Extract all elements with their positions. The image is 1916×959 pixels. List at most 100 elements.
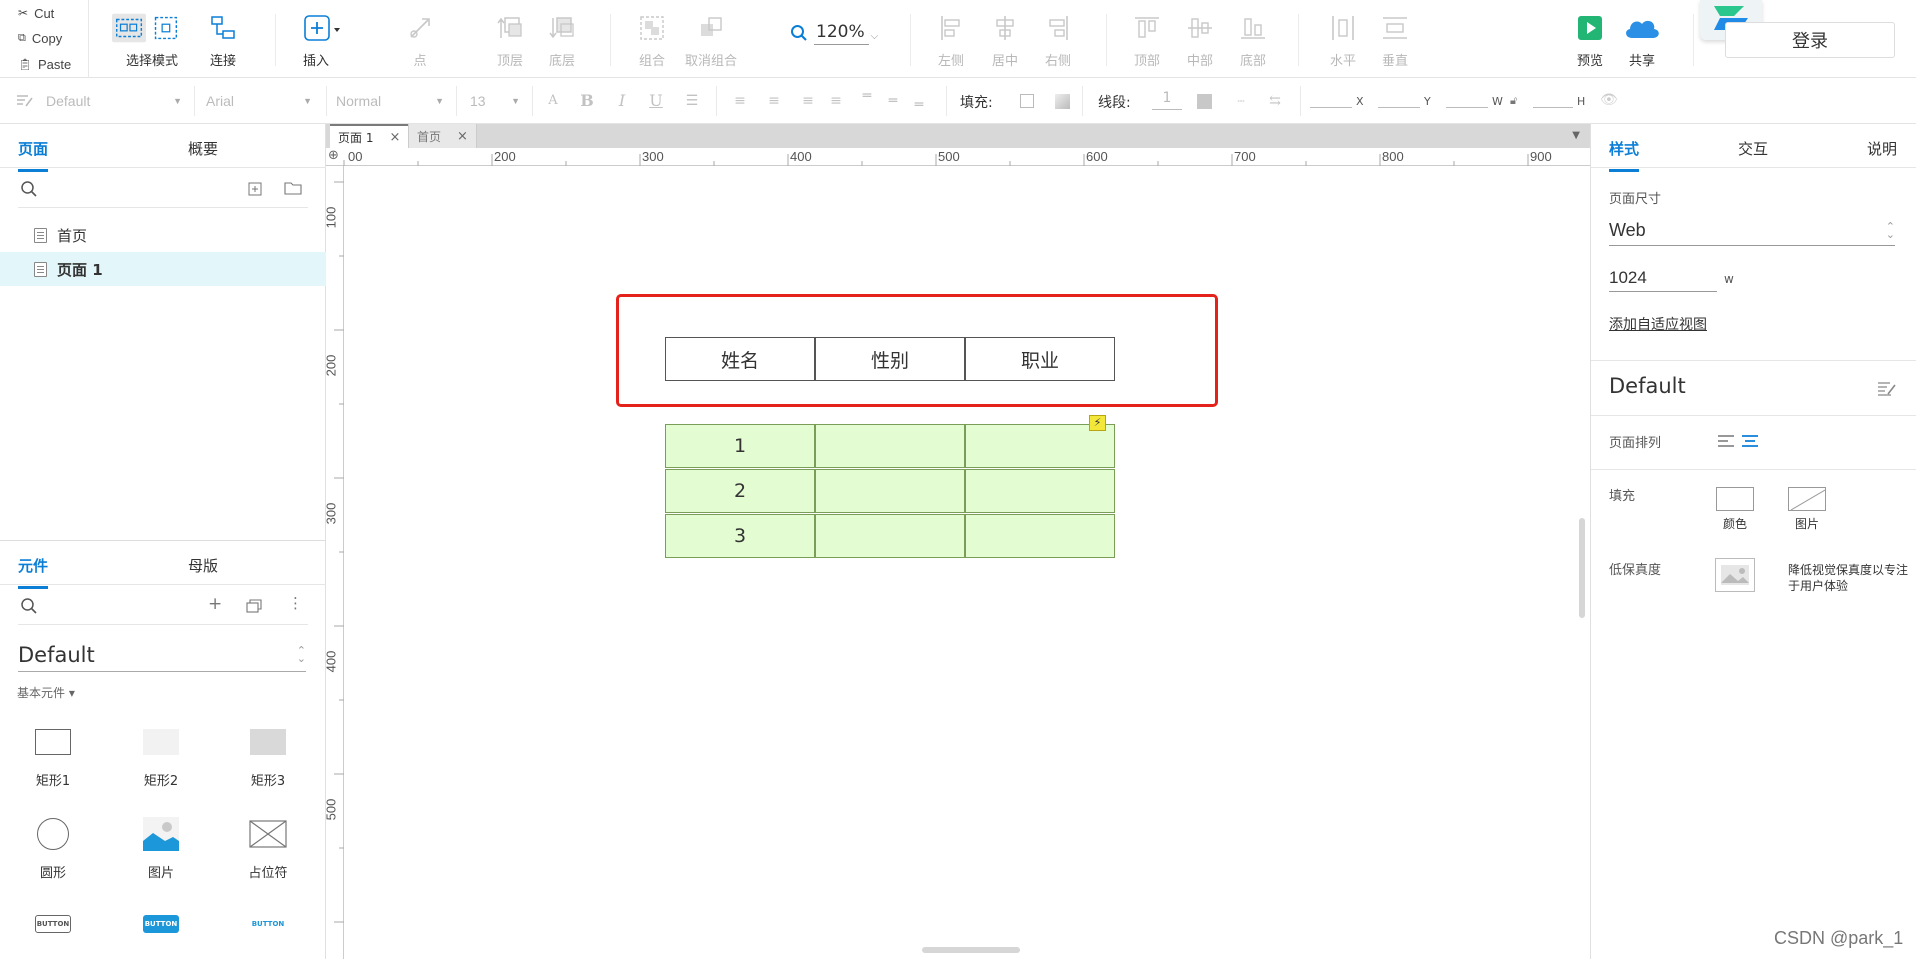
close-icon[interactable]: × bbox=[389, 130, 400, 145]
font-select[interactable]: Arial ▼ bbox=[200, 88, 318, 114]
lightning-icon[interactable]: ⚡ bbox=[1089, 415, 1106, 431]
share-button[interactable]: 共享 bbox=[1607, 12, 1677, 72]
lock-icon[interactable]: 🔓︎ bbox=[1510, 94, 1517, 108]
distribute-vertical-button[interactable]: 垂直 bbox=[1360, 12, 1430, 72]
low-fidelity-description-2: 于用户体验 bbox=[1788, 579, 1849, 593]
vertical-scrollbar[interactable] bbox=[1579, 518, 1585, 618]
align-right-button[interactable]: 右侧 bbox=[1023, 12, 1093, 72]
close-icon[interactable]: × bbox=[457, 129, 468, 144]
tabs-dropdown-icon[interactable]: ▼ bbox=[1572, 130, 1580, 141]
tab-notes[interactable]: 说明 bbox=[1867, 138, 1897, 159]
copy-library-icon[interactable] bbox=[246, 599, 263, 613]
search-icon[interactable] bbox=[20, 597, 38, 615]
height-input[interactable]: H bbox=[1533, 92, 1585, 108]
valign-middle-icon[interactable]: ═ bbox=[884, 92, 902, 110]
justify-text-icon[interactable]: ≡ bbox=[827, 92, 845, 110]
line-pattern-icon[interactable]: ┄ bbox=[1232, 92, 1250, 110]
text-color-icon[interactable]: A bbox=[544, 92, 562, 110]
add-folder-icon[interactable] bbox=[284, 181, 302, 195]
send-to-back-button[interactable]: 底层 bbox=[527, 12, 597, 72]
width-input[interactable]: W bbox=[1446, 92, 1503, 108]
page-item-page1[interactable]: 页面 1 bbox=[0, 252, 326, 286]
widget-link-button[interactable]: BUTTON bbox=[223, 914, 313, 959]
page-size-label: 页面尺寸 bbox=[1609, 192, 1662, 207]
eye-icon[interactable]: 👁︎ bbox=[1600, 92, 1618, 108]
table-header-cell-gender[interactable]: 性别 bbox=[815, 337, 965, 381]
y-coordinate-input[interactable]: Y bbox=[1378, 92, 1431, 108]
zoom-select[interactable]: 120% ⌵ bbox=[790, 20, 878, 46]
stroke-width-input[interactable]: 1 bbox=[1152, 90, 1182, 110]
table-cell[interactable] bbox=[965, 469, 1115, 513]
page-size-select[interactable]: Web ⌃ ⌄ bbox=[1609, 216, 1895, 246]
tab-pages[interactable]: 页面 bbox=[18, 138, 49, 172]
shadow-icon[interactable] bbox=[1055, 94, 1070, 109]
widget-circle[interactable]: 圆形 bbox=[8, 814, 98, 881]
connect-button[interactable]: 连接 bbox=[188, 12, 258, 72]
login-button[interactable]: 登录 bbox=[1725, 22, 1895, 58]
widget-primary-button[interactable]: BUTTON bbox=[116, 914, 206, 959]
align-text-left-icon[interactable]: ≡ bbox=[731, 92, 749, 110]
point-button[interactable]: 点 bbox=[385, 12, 455, 72]
library-select[interactable]: Default ⌃ ⌄ bbox=[18, 638, 306, 672]
fill-color-swatch[interactable] bbox=[1020, 94, 1034, 108]
x-coordinate-input[interactable]: X bbox=[1310, 92, 1364, 108]
align-text-center-icon[interactable]: ≡ bbox=[765, 92, 783, 110]
edit-style-icon[interactable] bbox=[1877, 380, 1897, 398]
align-bottom-button[interactable]: 底部 bbox=[1218, 12, 1288, 72]
tab-widgets[interactable]: 元件 bbox=[18, 555, 49, 589]
search-icon[interactable] bbox=[20, 180, 38, 198]
tab-masters[interactable]: 母版 bbox=[188, 555, 218, 576]
tab-style[interactable]: 样式 bbox=[1609, 138, 1640, 172]
widget-placeholder[interactable]: 占位符 bbox=[223, 814, 313, 881]
table-cell[interactable] bbox=[965, 514, 1115, 558]
basic-widgets-label[interactable]: 基本元件 ▾ bbox=[17, 684, 75, 701]
font-size-select[interactable]: 13 ▼ bbox=[464, 88, 526, 114]
cut-button[interactable]: ✂ Cut bbox=[18, 3, 54, 23]
doc-tab-home[interactable]: 首页 × bbox=[408, 124, 477, 148]
more-vertical-icon[interactable]: ⋮ bbox=[288, 594, 303, 612]
fill-color-option[interactable]: 颜色 bbox=[1715, 487, 1755, 532]
align-page-center-icon[interactable] bbox=[1741, 434, 1759, 448]
stroke-color-swatch[interactable] bbox=[1197, 94, 1212, 109]
table-cell[interactable]: 3 bbox=[665, 514, 815, 558]
add-adaptive-view-link[interactable]: 添加自适应视图 bbox=[1609, 314, 1707, 334]
valign-top-icon[interactable]: ═ bbox=[858, 87, 876, 105]
page-item-home[interactable]: 首页 bbox=[0, 218, 326, 252]
font-weight-select[interactable]: Normal ▼ bbox=[330, 88, 450, 114]
arrow-style-icon[interactable]: ⇆ bbox=[1266, 92, 1284, 110]
fill-image-option[interactable]: 图片 bbox=[1787, 487, 1827, 532]
horizontal-scrollbar[interactable] bbox=[922, 947, 1020, 953]
ungroup-button[interactable]: 取消组合 bbox=[676, 12, 746, 72]
table-cell[interactable]: 2 bbox=[665, 469, 815, 513]
style-select[interactable]: Default ▼ bbox=[40, 88, 188, 114]
widget-button[interactable]: BUTTON bbox=[8, 914, 98, 959]
page-width-input[interactable]: 1024 bbox=[1609, 264, 1717, 292]
table-header-cell-job[interactable]: 职业 bbox=[965, 337, 1115, 381]
copy-button[interactable]: ⧉ Copy bbox=[18, 28, 62, 48]
select-mode-button[interactable]: 选择模式 bbox=[112, 12, 182, 72]
add-page-icon[interactable] bbox=[248, 182, 262, 196]
italic-icon[interactable]: I bbox=[613, 92, 631, 110]
table-cell[interactable] bbox=[815, 424, 965, 468]
widget-rectangle-3[interactable]: 矩形3 bbox=[223, 722, 313, 789]
widget-image[interactable]: 图片 bbox=[116, 814, 206, 881]
table-header-cell-name[interactable]: 姓名 bbox=[665, 337, 815, 381]
tab-interaction[interactable]: 交互 bbox=[1738, 138, 1768, 159]
insert-button[interactable]: 插入 bbox=[286, 12, 356, 72]
table-cell[interactable] bbox=[815, 514, 965, 558]
align-text-right-icon[interactable]: ≡ bbox=[799, 92, 817, 110]
bullet-list-icon[interactable]: ☰ bbox=[683, 92, 701, 110]
valign-bottom-icon[interactable]: ═ bbox=[910, 96, 928, 114]
doc-tab-page1[interactable]: 页面 1 × bbox=[330, 124, 409, 148]
low-fidelity-toggle[interactable] bbox=[1715, 558, 1755, 592]
bold-icon[interactable]: B bbox=[578, 92, 596, 110]
plus-icon[interactable]: + bbox=[208, 594, 222, 614]
widget-rectangle-1[interactable]: 矩形1 bbox=[8, 722, 98, 789]
tab-outline[interactable]: 概要 bbox=[188, 138, 218, 159]
table-cell[interactable] bbox=[815, 469, 965, 513]
align-page-left-icon[interactable] bbox=[1717, 434, 1735, 448]
paste-button[interactable]: 📋︎ Paste bbox=[18, 54, 71, 74]
table-cell[interactable]: 1 bbox=[665, 424, 815, 468]
underline-icon[interactable]: U bbox=[647, 92, 665, 110]
widget-rectangle-2[interactable]: 矩形2 bbox=[116, 722, 206, 789]
